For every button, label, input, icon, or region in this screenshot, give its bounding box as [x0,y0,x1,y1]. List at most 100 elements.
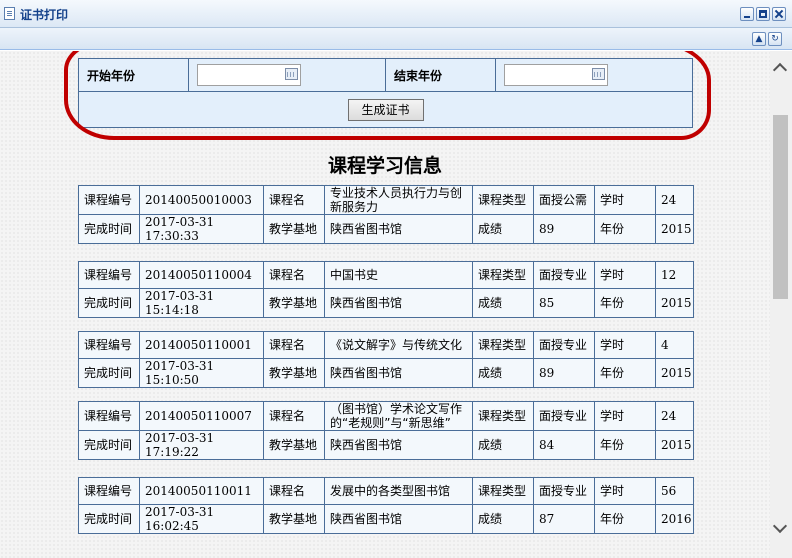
scroll-down-icon[interactable] [772,518,788,534]
course-type-label: 课程类型 [472,401,534,431]
vertical-scrollbar[interactable] [770,51,792,558]
finish-time-label: 完成时间 [78,288,140,318]
course-no-value: 20140050110011 [139,477,264,505]
table-row: 课程编号 20140050110007 课程名 （图书馆）学术论文写作的“老规则”与“… [78,401,694,431]
year-value: 2015 [655,430,694,460]
maximize-button[interactable] [756,7,770,21]
finish-time-value: 2017-03-31 15:14:18 [139,288,264,318]
calendar-icon[interactable] [592,68,605,81]
base-value: 陕西省图书馆 [324,504,473,534]
year-label: 年份 [594,214,656,244]
course-name-value: 发展中的各类型图书馆 [324,477,473,505]
finish-time-label: 完成时间 [78,504,140,534]
finish-time-value: 2017-03-31 17:19:22 [139,430,264,460]
score-label: 成绩 [472,430,534,460]
year-label: 年份 [594,430,656,460]
table-row: 课程编号 20140050110004 课程名 中国书史 课程类型 面授专业 学时 12 [78,261,694,289]
document-icon [4,7,15,20]
base-label: 教学基地 [263,358,325,388]
hours-value: 12 [655,261,694,289]
table-row: 课程编号 20140050110001 课程名 《说文解字》与传统文化 课程类型 面授专业… [78,331,694,359]
course-record: 课程编号 20140050110011 课程名 发展中的各类型图书馆 课程类型 面授专业学… [78,477,694,534]
score-value: 87 [533,504,595,534]
hours-label: 学时 [594,261,656,289]
scroll-thumb[interactable] [773,115,788,299]
course-name-label: 课程名 [263,331,325,359]
calendar-icon[interactable] [285,68,298,81]
hours-label: 学时 [594,185,656,215]
course-no-value: 20140050010003 [139,185,264,215]
course-name-label: 课程名 [263,477,325,505]
course-type-value: 面授专业 [533,477,595,505]
year-value: 2015 [655,288,694,318]
generate-certificate-button[interactable]: 生成证书 [347,98,424,121]
course-type-value: 面授专业 [533,331,595,359]
hours-value: 24 [655,401,694,431]
course-name-value: 《说文解字》与传统文化 [324,331,473,359]
hours-value: 4 [655,331,694,359]
finish-time-label: 完成时间 [78,214,140,244]
finish-time-value: 2017-03-31 17:30:33 [139,214,264,244]
base-value: 陕西省图书馆 [324,214,473,244]
year-label: 年份 [594,504,656,534]
course-no-value: 20140050110007 [139,401,264,431]
course-name-value: 专业技术人员执行力与创新服务力 [324,185,473,215]
finish-time-value: 2017-03-31 16:02:45 [139,504,264,534]
base-label: 教学基地 [263,288,325,318]
course-type-value: 面授公需 [533,185,595,215]
year-label: 年份 [594,358,656,388]
base-value: 陕西省图书馆 [324,288,473,318]
window-titlebar: 证书打印 [0,0,792,28]
hours-label: 学时 [594,401,656,431]
base-value: 陕西省图书馆 [324,358,473,388]
window-title: 证书打印 [20,8,69,22]
course-record: 课程编号 20140050110004 课程名 中国书史 课程类型 面授专业 学时 12 完成时… [78,261,694,318]
hours-value: 56 [655,477,694,505]
start-year-label: 开始年份 [78,57,189,93]
score-value: 85 [533,288,595,318]
hours-label: 学时 [594,331,656,359]
refresh-icon[interactable]: ↻ [768,32,782,46]
course-record: 课程编号 20140050010003 课程名 专业技术人员执行力与创新服务力 课程类型… [78,185,694,244]
course-no-label: 课程编号 [78,331,140,359]
finish-time-value: 2017-03-31 15:10:50 [139,358,264,388]
finish-time-label: 完成时间 [78,430,140,460]
year-value: 2015 [655,214,694,244]
year-value: 2016 [655,504,694,534]
table-row: 完成时间 2017-03-31 17:30:33 教学基地 陕西省图书馆 成绩 89 年份 2… [78,214,694,244]
base-label: 教学基地 [263,214,325,244]
close-button[interactable] [772,7,786,21]
score-label: 成绩 [472,288,534,318]
minimize-button[interactable] [740,7,754,21]
score-label: 成绩 [472,504,534,534]
table-row: 课程编号 20140050110011 课程名 发展中的各类型图书馆 课程类型 面授专业学… [78,477,694,505]
course-name-label: 课程名 [263,185,325,215]
course-type-label: 课程类型 [472,185,534,215]
course-name-label: 课程名 [263,401,325,431]
hours-label: 学时 [594,477,656,505]
section-title: 课程学习信息 [327,155,442,177]
year-label: 年份 [594,288,656,318]
course-name-value: （图书馆）学术论文写作的“老规则”与“新思维” [324,401,473,431]
score-value: 89 [533,358,595,388]
base-label: 教学基地 [263,430,325,460]
score-label: 成绩 [472,358,534,388]
score-value: 84 [533,430,595,460]
course-no-value: 20140050110004 [139,261,264,289]
panel-toolbar: ▲ ↻ [0,28,792,50]
course-no-label: 课程编号 [78,185,140,215]
scroll-up-icon[interactable] [772,62,788,78]
course-record: 课程编号 20140050110007 课程名 （图书馆）学术论文写作的“老规则”与“… [78,401,694,460]
table-row: 完成时间 2017-03-31 17:19:22 教学基地 陕西省图书馆 成绩 84 年份 2… [78,430,694,460]
table-row: 完成时间 2017-03-31 16:02:45 教学基地 陕西省图书馆 成绩 87 年份 2… [78,504,694,534]
course-type-value: 面授专业 [533,261,595,289]
course-type-label: 课程类型 [472,261,534,289]
table-row: 完成时间 2017-03-31 15:14:18 教学基地 陕西省图书馆 成绩 85 年份 2… [78,288,694,318]
finish-time-label: 完成时间 [78,358,140,388]
score-label: 成绩 [472,214,534,244]
score-value: 89 [533,214,595,244]
table-row: 完成时间 2017-03-31 15:10:50 教学基地 陕西省图书馆 成绩 89 年份 2… [78,358,694,388]
search-form: 开始年份 结束年份 生成证书 [78,57,693,128]
content-area: 开始年份 结束年份 生成证书 课程学习信息 课程编号 2014005001000… [0,51,770,558]
collapse-up-icon[interactable]: ▲ [752,32,766,46]
